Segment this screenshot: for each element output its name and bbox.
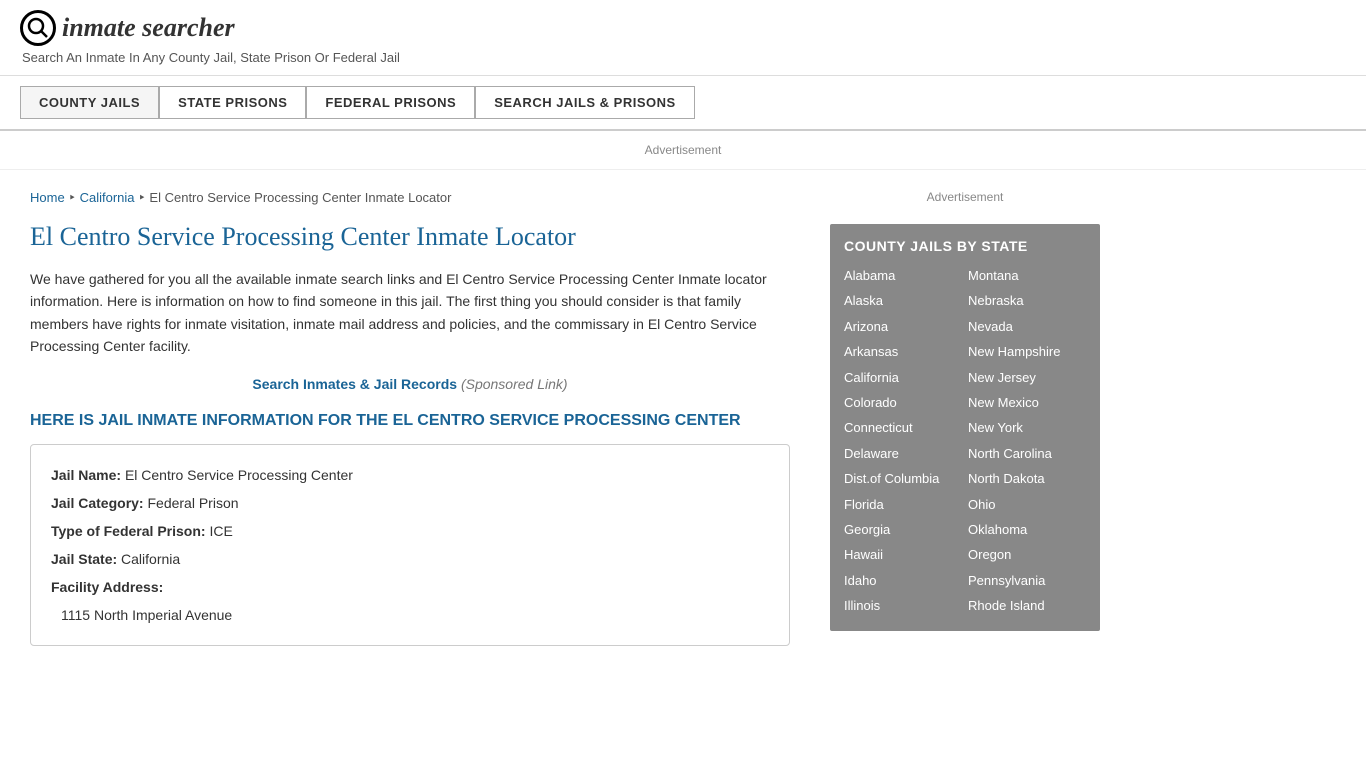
federal-type-label: Type of Federal Prison: (51, 523, 206, 539)
jail-name-label: Jail Name: (51, 467, 121, 483)
state-link[interactable]: Delaware (844, 442, 962, 465)
state-link[interactable]: Ohio (968, 493, 1086, 516)
state-link[interactable]: New Mexico (968, 391, 1086, 414)
main-layout: Home ‣ California ‣ El Centro Service Pr… (0, 170, 1366, 666)
logo-icon (20, 10, 56, 46)
jail-category-row: Jail Category: Federal Prison (51, 489, 769, 517)
state-link[interactable]: Nebraska (968, 289, 1086, 312)
logo-brand: inmate searcher (62, 13, 235, 42)
sponsored-label: (Sponsored Link) (461, 376, 568, 392)
search-link-area: Search Inmates & Jail Records (Sponsored… (30, 376, 790, 392)
breadcrumb: Home ‣ California ‣ El Centro Service Pr… (30, 190, 790, 206)
state-box: COUNTY JAILS BY STATE Alabama Montana Alas… (830, 224, 1100, 631)
jail-state-row: Jail State: California (51, 545, 769, 573)
jail-category-label: Jail Category: (51, 495, 144, 511)
content-area: Home ‣ California ‣ El Centro Service Pr… (0, 170, 820, 666)
page-title: El Centro Service Processing Center Inma… (30, 222, 790, 252)
main-nav: COUNTY JAILSSTATE PRISONSFEDERAL PRISONS… (0, 76, 1366, 131)
state-link[interactable]: North Carolina (968, 442, 1086, 465)
state-link[interactable]: Oklahoma (968, 518, 1086, 541)
jail-name-row: Jail Name: El Centro Service Processing … (51, 461, 769, 489)
state-link[interactable]: Rhode Island (968, 594, 1086, 617)
state-link[interactable]: New York (968, 416, 1086, 439)
facility-address-row: Facility Address: (51, 573, 769, 601)
state-link[interactable]: Oregon (968, 543, 1086, 566)
state-link[interactable]: North Dakota (968, 467, 1086, 490)
state-link[interactable]: California (844, 366, 962, 389)
state-link[interactable]: Illinois (844, 594, 962, 617)
jail-name-value: El Centro Service Processing Center (125, 467, 353, 483)
state-grid: Alabama Montana Alaska Nebraska Arizona Nevad… (844, 264, 1086, 617)
jail-category-value: Federal Prison (147, 495, 238, 511)
state-link[interactable]: Colorado (844, 391, 962, 414)
state-link[interactable]: Pennsylvania (968, 569, 1086, 592)
state-link[interactable]: Arkansas (844, 340, 962, 363)
state-link[interactable]: Hawaii (844, 543, 962, 566)
tagline: Search An Inmate In Any County Jail, Sta… (22, 50, 1346, 65)
facility-address-label: Facility Address: (51, 579, 163, 595)
section-heading: HERE IS JAIL INMATE INFORMATION FOR THE … (30, 412, 790, 430)
federal-type-value: ICE (209, 523, 232, 539)
state-link[interactable]: Florida (844, 493, 962, 516)
state-link[interactable]: Alaska (844, 289, 962, 312)
state-link[interactable]: Dist.of Columbia (844, 467, 962, 490)
jail-state-value: California (121, 551, 180, 567)
logo-area: inmate searcher (20, 10, 1346, 46)
state-link[interactable]: New Jersey (968, 366, 1086, 389)
info-box: Jail Name: El Centro Service Processing … (30, 444, 790, 646)
state-link[interactable]: Georgia (844, 518, 962, 541)
state-link[interactable]: Montana (968, 264, 1086, 287)
state-link[interactable]: Arizona (844, 315, 962, 338)
breadcrumb-state[interactable]: California (80, 190, 135, 205)
sidebar-ad: Advertisement (830, 190, 1100, 204)
nav-btn-county-jails[interactable]: COUNTY JAILS (20, 86, 159, 119)
breadcrumb-home[interactable]: Home (30, 190, 65, 205)
state-box-title: COUNTY JAILS BY STATE (844, 238, 1086, 254)
facility-address-value: 1115 North Imperial Avenue (51, 601, 769, 629)
state-link[interactable]: Nevada (968, 315, 1086, 338)
logo-text: inmate searcher (62, 13, 235, 43)
state-link[interactable]: New Hampshire (968, 340, 1086, 363)
jail-state-label: Jail State: (51, 551, 117, 567)
breadcrumb-current: El Centro Service Processing Center Inma… (149, 190, 451, 205)
nav-btn-search-jails-&-prisons[interactable]: SEARCH JAILS & PRISONS (475, 86, 694, 119)
ad-banner: Advertisement (0, 131, 1366, 170)
state-link[interactable]: Connecticut (844, 416, 962, 439)
federal-type-row: Type of Federal Prison: ICE (51, 517, 769, 545)
body-text: We have gathered for you all the availab… (30, 268, 790, 358)
state-link[interactable]: Idaho (844, 569, 962, 592)
header: inmate searcher Search An Inmate In Any … (0, 0, 1366, 76)
nav-btn-federal-prisons[interactable]: FEDERAL PRISONS (306, 86, 475, 119)
sidebar: Advertisement COUNTY JAILS BY STATE Alab… (820, 170, 1110, 666)
state-link[interactable]: Alabama (844, 264, 962, 287)
search-inmates-link[interactable]: Search Inmates & Jail Records (252, 376, 457, 392)
nav-btn-state-prisons[interactable]: STATE PRISONS (159, 86, 306, 119)
